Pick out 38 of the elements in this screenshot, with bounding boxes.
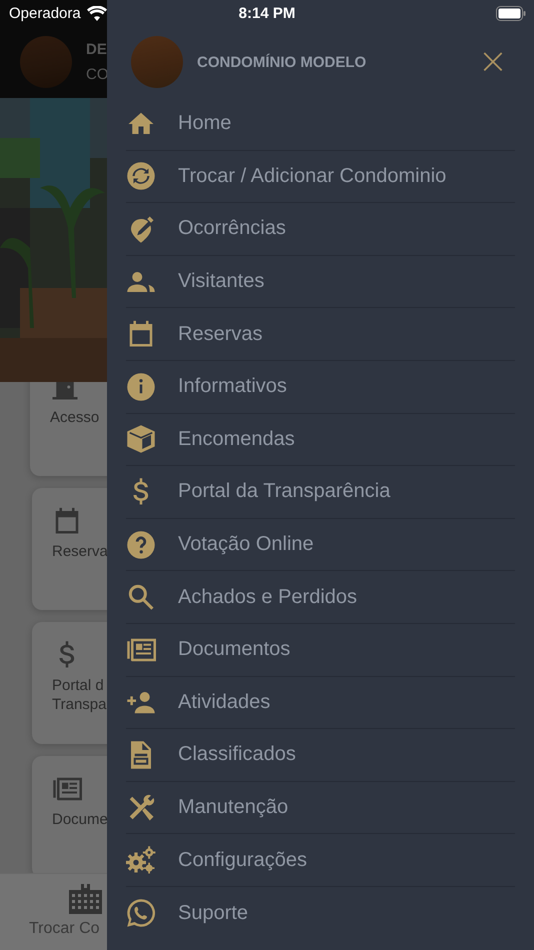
- box-icon: [126, 424, 156, 454]
- menu-item[interactable]: Classificados: [126, 729, 515, 782]
- info-icon: [126, 372, 156, 402]
- header-title: DE: [86, 41, 108, 58]
- menu-item[interactable]: Trocar / Adicionar Condominio: [126, 150, 515, 204]
- card-label: Portal d: [52, 676, 105, 695]
- close-button[interactable]: ×: [472, 44, 514, 80]
- card-label: Docume: [52, 810, 108, 829]
- avatar: [20, 36, 72, 88]
- menu-item[interactable]: Visitantes: [126, 256, 515, 308]
- menu-item[interactable]: Suporte: [126, 886, 515, 940]
- menu-item[interactable]: Configurações: [126, 834, 515, 887]
- drawer-title: CONDOMÍNIO MODELO: [197, 54, 368, 70]
- battery-icon: [496, 6, 526, 20]
- avatar: [131, 36, 183, 88]
- menu-item[interactable]: Manutenção: [126, 782, 515, 834]
- search-icon: [126, 582, 156, 612]
- menu-item[interactable]: Votação Online: [126, 518, 515, 572]
- gears-icon: [126, 845, 156, 876]
- carrier-name: Operadora: [9, 4, 81, 22]
- wifi-icon: [86, 6, 107, 20]
- menu-item[interactable]: Reservas: [126, 308, 515, 361]
- menu-item[interactable]: Informativos: [126, 360, 515, 414]
- card-label: Acesso: [50, 408, 100, 427]
- tab-label[interactable]: Trocar Co: [29, 920, 100, 938]
- menu-item[interactable]: Atividades: [126, 676, 515, 730]
- status-time: 8:14 PM: [238, 4, 296, 22]
- card-label: Reserva: [52, 542, 108, 561]
- sync-icon: [126, 161, 156, 192]
- menu-item[interactable]: Portal da Transparência: [126, 466, 515, 519]
- chat-bubble-icon: [126, 898, 156, 928]
- question-icon: [126, 530, 156, 560]
- menu-item[interactable]: Ocorrências: [126, 203, 515, 256]
- menu-item[interactable]: Achados e Perdidos: [126, 571, 515, 624]
- menu-item[interactable]: Encomendas: [126, 414, 515, 466]
- card-label: Transpa: [52, 695, 106, 714]
- menu-item[interactable]: Documentos: [126, 624, 515, 677]
- menu-item[interactable]: Home: [126, 98, 515, 151]
